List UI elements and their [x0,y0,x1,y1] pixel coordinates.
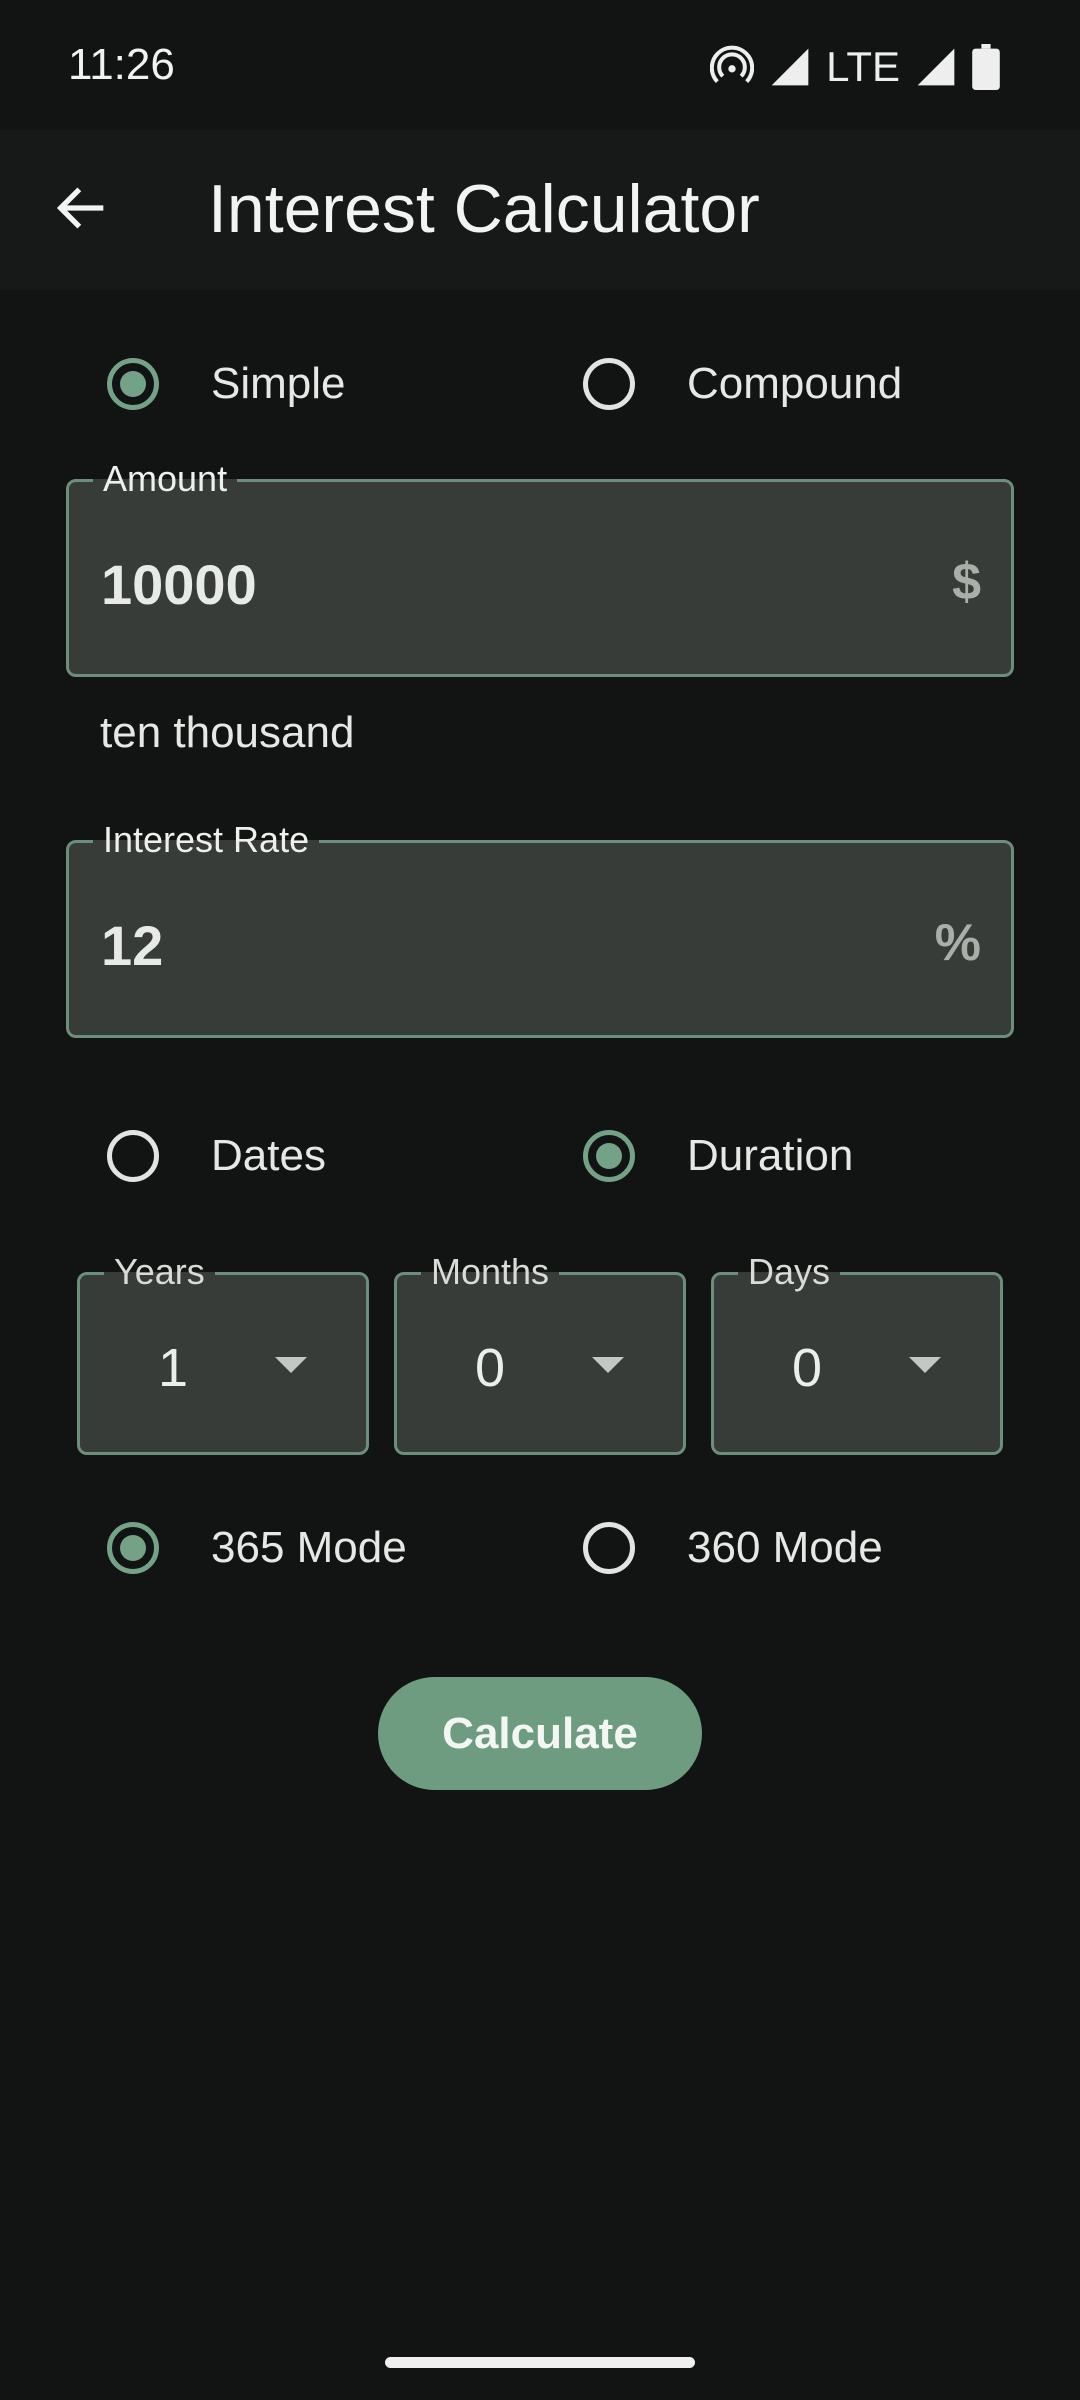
percent-suffix: % [934,914,981,972]
status-icons: LTE [710,42,1000,92]
amount-value[interactable]: 10000 [101,552,257,617]
radio-365-mode[interactable]: 365 Mode [107,1522,407,1574]
radio-label: 360 Mode [687,1523,883,1572]
page-title: Interest Calculator [208,171,760,247]
radio-duration[interactable]: Duration [583,1130,853,1182]
radio-360-mode[interactable]: 360 Mode [583,1522,883,1574]
radio-selected-icon [583,1130,635,1182]
interest-rate-label: Interest Rate [93,819,320,861]
radio-simple[interactable]: Simple [107,358,346,410]
years-dropdown[interactable]: Years 1 [77,1251,369,1455]
dropdown-arrow-icon [909,1357,941,1373]
radio-selected-icon [107,1522,159,1574]
network-type: LTE [826,43,900,90]
hotspot-icon [710,45,755,84]
years-value: 1 [158,1338,189,1398]
radio-dates[interactable]: Dates [107,1130,326,1182]
arrow-back-icon[interactable] [50,176,114,240]
amount-label: Amount [93,458,238,500]
radio-label: Compound [687,359,903,408]
dollar-suffix: $ [952,553,981,611]
radio-compound[interactable]: Compound [583,358,902,410]
months-value: 0 [475,1338,506,1398]
radio-selected-icon [107,358,159,410]
years-label: Years [104,1251,215,1293]
radio-label: Simple [211,359,346,408]
days-dropdown[interactable]: Days 0 [711,1251,1003,1455]
status-time: 11:26 [68,40,175,89]
radio-unselected-icon [583,1522,635,1574]
amount-field[interactable]: Amount 10000 $ [66,458,1014,677]
battery-icon [972,44,1000,90]
radio-label: Dates [211,1131,326,1180]
home-indicator[interactable] [385,2357,695,2368]
calculate-button[interactable]: Calculate [378,1677,702,1790]
dropdown-arrow-icon [592,1357,624,1373]
days-value: 0 [792,1338,823,1398]
app-bar: Interest Calculator [0,130,1080,290]
interest-rate-field[interactable]: Interest Rate 12 % [66,819,1014,1038]
signal-icon [917,48,955,86]
amount-in-words: ten thousand [100,708,355,757]
months-label: Months [421,1251,560,1293]
radio-unselected-icon [107,1130,159,1182]
days-label: Days [738,1251,841,1293]
radio-label: Duration [687,1131,854,1180]
radio-unselected-icon [583,358,635,410]
interest-rate-value[interactable]: 12 [101,913,163,978]
signal-icon [771,48,809,86]
radio-label: 365 Mode [211,1523,407,1572]
status-bar: 11:26 LTE [0,0,1080,130]
dropdown-arrow-icon [275,1357,307,1373]
months-dropdown[interactable]: Months 0 [394,1251,686,1455]
